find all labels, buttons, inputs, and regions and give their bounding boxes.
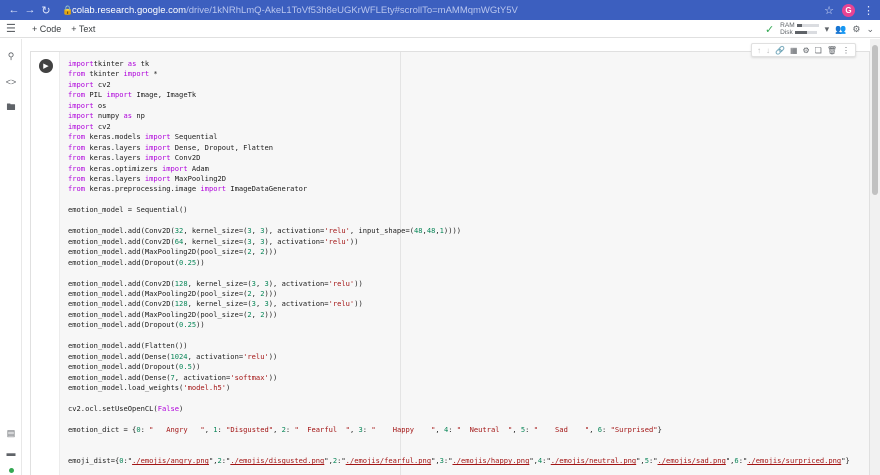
code-line: from keras.layers import Dense, Dropout,… — [68, 142, 274, 152]
page-scrollbar[interactable] — [870, 39, 880, 475]
more-options-icon[interactable]: ⋮ — [842, 46, 850, 55]
code-line: from keras.preprocessing.image import Im… — [68, 184, 308, 194]
code-line: emotion_model = Sequential() — [68, 205, 188, 215]
ram-label: RAM — [780, 22, 795, 29]
reload-icon[interactable]: ↻ — [38, 2, 54, 18]
code-line: from keras.optimizers import Adam — [68, 163, 209, 173]
code-cell[interactable]: ▶ importtkinter as tk from tkinter import… — [30, 51, 870, 475]
disk-meter — [794, 31, 817, 34]
disk-label: Disk — [780, 29, 793, 36]
command-palette-icon[interactable]: ▤ — [0, 424, 22, 442]
code-line: cv2.ocl.setUseOpenCL(False) — [68, 403, 184, 413]
code-line: emotion_dict = {0: " Angry ", 1: "Disgus… — [68, 424, 662, 434]
bookmark-star-icon[interactable]: ☆ — [824, 4, 834, 17]
ram-meter-fill — [796, 24, 803, 27]
ram-disk-indicator[interactable]: RAM Disk — [780, 22, 819, 36]
search-icon[interactable]: ⚲ — [0, 47, 22, 65]
left-sidebar: ⚲ <> 🖿 ▤ ▬ — [0, 39, 22, 475]
disk-meter-fill — [794, 31, 807, 34]
code-line: emotion_model.add(Dropout(0.25)) — [68, 320, 205, 330]
settings-gear-icon[interactable]: ⚙ — [852, 24, 860, 35]
code-line: from keras.models import Sequential — [68, 132, 218, 142]
share-people-icon[interactable]: 👥 — [835, 24, 846, 35]
cell-settings-icon[interactable]: ⚙ — [803, 46, 810, 55]
code-line: importtkinter as tk — [68, 59, 150, 68]
run-cell-button[interactable]: ▶ — [39, 59, 53, 73]
link-icon[interactable]: 🔗 — [775, 46, 785, 55]
code-line: emotion_model.load_weights('model.h5') — [68, 383, 231, 393]
add-code-button[interactable]: + Code — [32, 24, 61, 34]
code-line: emotion_model.add(Dense(7, activation='s… — [68, 372, 278, 382]
code-line: emotion_model.add(Conv2D(128, kernel_siz… — [68, 278, 363, 288]
browser-address-bar: ← → ↻ 🔒 colab.research.google.com /drive… — [0, 0, 880, 20]
code-snippets-icon[interactable]: <> — [0, 73, 22, 91]
move-down-icon[interactable]: ↓ — [766, 46, 770, 55]
collapse-chevron-icon[interactable]: ⌄ — [866, 24, 874, 35]
back-icon[interactable]: ← — [6, 2, 22, 18]
status-dot — [8, 468, 14, 473]
url-path: /drive/1kNRhLmQ-AkeL1ToVf53h8eUGKrWFLEty… — [186, 4, 518, 16]
runtime-dropdown-icon[interactable]: ▾ — [825, 24, 830, 35]
profile-avatar[interactable]: G — [842, 3, 855, 17]
scrollbar-thumb[interactable] — [872, 45, 878, 195]
url-host: colab.research.google.com — [72, 4, 187, 16]
move-up-icon[interactable]: ↑ — [757, 46, 761, 55]
code-line: import numpy as np — [68, 111, 145, 121]
url-field[interactable]: 🔒 colab.research.google.com /drive/1kNRh… — [62, 5, 824, 16]
colab-toolbar: ☰ + Code + Text ✓ RAM Disk ▾ 👥 ⚙ ⌄ — [0, 20, 880, 38]
code-line: emotion_model.add(MaxPooling2D(pool_size… — [68, 288, 278, 298]
code-line: import os — [68, 100, 107, 110]
code-editor[interactable]: importtkinter as tk from tkinter import *… — [59, 52, 869, 475]
mirror-cell-icon[interactable]: ❏ — [815, 46, 822, 55]
hamburger-menu-icon[interactable]: ☰ — [6, 22, 22, 35]
lock-icon: 🔒 — [62, 4, 74, 15]
code-line: emotion_model.add(Conv2D(32, kernel_size… — [68, 226, 462, 236]
files-folder-icon[interactable]: 🖿 — [0, 99, 22, 117]
connected-check-icon: ✓ — [764, 23, 775, 36]
notebook-main: ▶ importtkinter as tk from tkinter import… — [22, 39, 870, 475]
code-text[interactable]: importtkinter as tk from tkinter import *… — [68, 59, 850, 467]
code-line: import cv2 — [68, 79, 111, 89]
code-line: from PIL import Image, ImageTk — [68, 90, 197, 100]
code-line: emotion_model.add(Conv2D(128, kernel_siz… — [68, 299, 363, 309]
delete-icon[interactable]: 🗑 — [827, 46, 837, 55]
cell-toolbar: ↑ ↓ 🔗 ▦ ⚙ ❏ 🗑 ⋮ — [750, 43, 856, 57]
code-line: emotion_model.add(MaxPooling2D(pool_size… — [68, 309, 278, 319]
code-line: from tkinter import * — [68, 69, 158, 79]
browser-menu-icon[interactable]: ⋮ — [863, 4, 874, 17]
code-line: from keras.layers import MaxPooling2D — [68, 173, 227, 183]
code-line: emotion_model.add(Flatten()) — [68, 341, 188, 351]
code-line: emotion_model.add(Dropout(0.5)) — [68, 362, 201, 372]
code-line: from keras.layers import Conv2D — [68, 153, 201, 163]
terminal-icon[interactable]: ▬ — [0, 444, 22, 462]
forward-icon[interactable]: → — [22, 2, 38, 18]
code-line: emoji_dist={0:"./emojis/angry.png",2:"./… — [68, 456, 850, 466]
code-line: emotion_model.add(Dense(1024, activation… — [68, 351, 278, 361]
code-line: import cv2 — [68, 121, 111, 131]
add-text-button[interactable]: + Text — [71, 24, 95, 34]
ram-meter — [796, 24, 819, 27]
comment-icon[interactable]: ▦ — [790, 46, 798, 55]
code-line: emotion_model.add(MaxPooling2D(pool_size… — [68, 247, 278, 257]
code-line: emotion_model.add(Dropout(0.25)) — [68, 257, 205, 267]
code-line: emotion_model.add(Conv2D(64, kernel_size… — [68, 236, 359, 246]
